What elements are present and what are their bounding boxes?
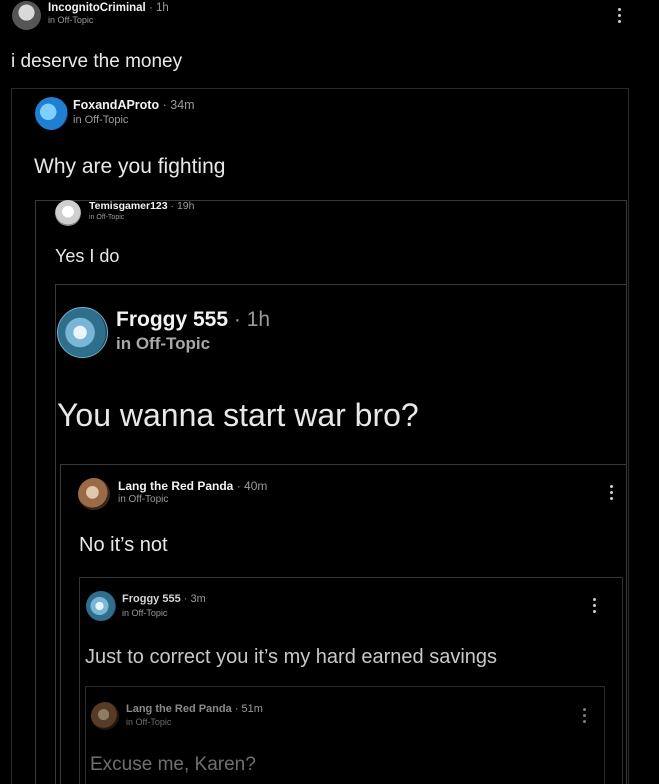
- quote-text: Yes I do: [55, 246, 120, 266]
- separator-dot: ·: [236, 479, 241, 493]
- quote-text: Why are you fighting: [34, 155, 226, 178]
- quote-community[interactable]: in Off-Topic: [73, 114, 128, 126]
- quote-author[interactable]: Froggy 555: [122, 593, 181, 605]
- separator-dot: ·: [234, 703, 239, 715]
- avatar: [35, 97, 68, 130]
- separator-dot: ·: [233, 308, 241, 331]
- quote-community[interactable]: in Off-Topic: [116, 334, 210, 354]
- separator-dot: ·: [162, 98, 167, 112]
- separator-dot: ·: [148, 2, 153, 14]
- more-options-icon[interactable]: [583, 708, 586, 723]
- quote-community[interactable]: in Off-Topic: [122, 608, 167, 618]
- quote-author[interactable]: Froggy 555: [116, 308, 228, 331]
- quote-time: 40m: [244, 479, 268, 493]
- post-community[interactable]: in Off-Topic: [48, 15, 93, 25]
- quote-author[interactable]: FoxandAProto: [73, 98, 159, 112]
- more-options-icon[interactable]: [593, 598, 596, 613]
- quote-text: No it’s not: [79, 534, 168, 556]
- quote-community[interactable]: in Off-Topic: [126, 717, 171, 727]
- more-options-icon[interactable]: [610, 485, 613, 500]
- separator-dot: ·: [170, 200, 175, 212]
- separator-dot: ·: [183, 593, 188, 605]
- avatar: [55, 200, 81, 226]
- avatar: [57, 307, 108, 358]
- quote-community[interactable]: in Off-Topic: [118, 494, 168, 505]
- quote-text: Just to correct you it’s my hard earned …: [85, 646, 498, 668]
- post-time: 1h: [156, 2, 169, 14]
- avatar: [78, 478, 110, 510]
- quote-time: 1h: [246, 308, 271, 331]
- quote-author[interactable]: Lang the Red Panda: [126, 703, 232, 715]
- quote-author[interactable]: Lang the Red Panda: [118, 479, 233, 493]
- quote-time: 34m: [170, 98, 195, 112]
- avatar: [91, 702, 119, 730]
- quote-time: 3m: [190, 593, 206, 605]
- quote-community[interactable]: in Off-Topic: [89, 214, 124, 221]
- avatar: [86, 591, 116, 621]
- post-avatar[interactable]: [12, 1, 41, 30]
- quote-time: 19h: [176, 200, 195, 212]
- quote-author[interactable]: Temisgamer123: [89, 200, 168, 212]
- more-options-icon[interactable]: [618, 8, 621, 23]
- quote-text: You wanna start war bro?: [57, 397, 419, 433]
- quote-time: 51m: [241, 703, 263, 715]
- quote-text: Excuse me, Karen?: [90, 754, 256, 775]
- post-text: i deserve the money: [11, 51, 183, 72]
- post-author[interactable]: IncognitoCriminal: [48, 2, 146, 14]
